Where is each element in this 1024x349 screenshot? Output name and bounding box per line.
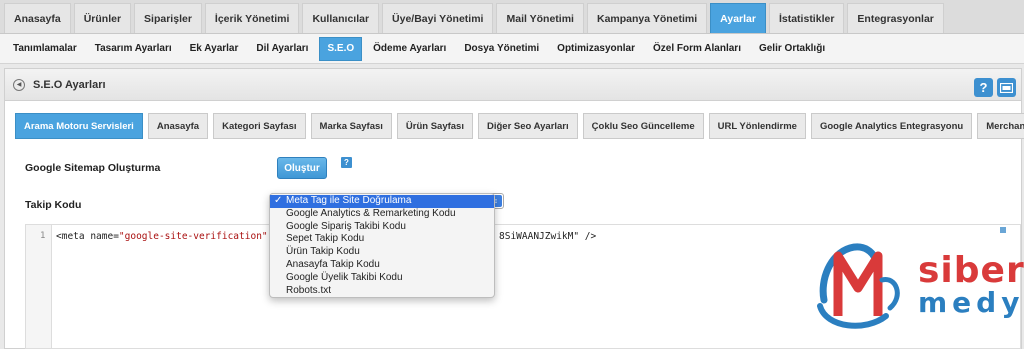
seo-tab-urun-sayfasi[interactable]: Ürün Sayfası [396, 113, 473, 139]
nav-tab-icerik-yonetimi[interactable]: İçerik Yönetimi [204, 3, 300, 33]
nav-tab-entegrasyonlar[interactable]: Entegrasyonlar [847, 3, 944, 33]
help-button[interactable]: ? [974, 78, 993, 97]
code-attr-value: "google-site-verification" [118, 231, 268, 242]
nav-tab-mail-yonetimi[interactable]: Mail Yönetimi [496, 3, 584, 33]
seo-tab-arama-motoru-servisleri[interactable]: Arama Motoru Servisleri [15, 113, 143, 139]
subnav-ek-ayarlar[interactable]: Ek Ayarlar [183, 37, 246, 61]
subnav-dil-ayarlari[interactable]: Dil Ayarları [249, 37, 315, 61]
nav-tab-uye-bayi-yonetimi[interactable]: Üye/Bayi Yönetimi [382, 3, 494, 33]
collapse-icon[interactable]: ◀ [13, 78, 25, 91]
subnav-optimizasyonlar[interactable]: Optimizasyonlar [550, 37, 642, 61]
nav-tab-ayarlar[interactable]: Ayarlar [710, 3, 766, 33]
subnav-tanimlamalar[interactable]: Tanımlamalar [6, 37, 84, 61]
sitemap-label: Google Sitemap Oluşturma [25, 162, 161, 174]
dropdown-option[interactable]: Google Sipariş Takibi Kodu [270, 221, 494, 234]
seo-tab-coklu-seo-guncelleme[interactable]: Çoklu Seo Güncelleme [582, 113, 704, 139]
seo-tab-marka-sayfasi[interactable]: Marka Sayfası [310, 113, 392, 139]
panel-header: ◀ S.E.O Ayarları [5, 69, 1021, 101]
editor-scroll-marker [1000, 227, 1006, 233]
code-line: <meta name="google-site-verification" [56, 231, 268, 242]
logo-text-medya: medya [918, 286, 1024, 319]
window-icon[interactable] [997, 78, 1016, 97]
dropdown-option[interactable]: Anasayfa Takip Kodu [270, 259, 494, 272]
dropdown-option-label: Meta Tag ile Site Doğrulama [286, 195, 412, 206]
subnav-ozel-form-alanlari[interactable]: Özel Form Alanları [646, 37, 748, 61]
dropdown-option[interactable]: Google Üyelik Takibi Kodu [270, 272, 494, 285]
settings-subnav: Tanımlamalar Tasarım Ayarları Ek Ayarlar… [0, 34, 1024, 64]
nav-tab-siparisler[interactable]: Siparişler [134, 3, 202, 33]
main-nav: Anasayfa Ürünler Siparişler İçerik Yönet… [0, 0, 1024, 34]
tracking-code-dropdown: ✓ Meta Tag ile Site Doğrulama Google Anal… [269, 193, 495, 298]
subnav-odeme-ayarlari[interactable]: Ödeme Ayarları [366, 37, 453, 61]
code-tag-start: <meta name= [56, 231, 119, 242]
seo-tab-google-analytics[interactable]: Google Analytics Entegrasyonu [810, 113, 973, 139]
create-sitemap-button[interactable]: Oluştur [277, 157, 327, 179]
nav-tab-kampanya-yonetimi[interactable]: Kampanya Yönetimi [586, 3, 708, 33]
code-line-tail: 8SiWAANJZwikM" /> [499, 231, 596, 242]
nav-tab-anasayfa[interactable]: Anasayfa [4, 3, 71, 33]
sitemap-help-icon[interactable]: ? [341, 157, 352, 168]
seo-tab-merchant-anket[interactable]: Merchant Anket [977, 113, 1024, 139]
dropdown-option[interactable]: Google Analytics & Remarketing Kodu [270, 208, 494, 221]
seo-tab-kategori-sayfasi[interactable]: Kategori Sayfası [213, 113, 306, 139]
dropdown-option-selected[interactable]: ✓ Meta Tag ile Site Doğrulama [270, 195, 494, 208]
editor-gutter [26, 225, 52, 348]
seo-tab-diger-seo-ayarlari[interactable]: Diğer Seo Ayarları [477, 113, 578, 139]
nav-tab-kullanicilar[interactable]: Kullanıcılar [302, 3, 380, 33]
panel-title: S.E.O Ayarları [33, 78, 106, 91]
subnav-seo[interactable]: S.E.O [319, 36, 363, 61]
subnav-gelir-ortakligi[interactable]: Gelir Ortaklığı [752, 37, 832, 61]
subnav-dosya-yonetimi[interactable]: Dosya Yönetimi [457, 37, 546, 61]
tracking-code-label: Takip Kodu [25, 199, 82, 211]
dropdown-option[interactable]: Robots.txt [270, 285, 494, 298]
subnav-tasarim-ayarlari[interactable]: Tasarım Ayarları [88, 37, 179, 61]
dropdown-option[interactable]: Sepet Takip Kodu [270, 233, 494, 246]
nav-tab-istatistikler[interactable]: İstatistikler [768, 3, 845, 33]
checkmark-icon: ✓ [274, 195, 283, 206]
code-tag-end: /> [579, 231, 597, 242]
seo-tab-url-yonlendirme[interactable]: URL Yönlendirme [708, 113, 806, 139]
logo-text-siber: siber [918, 250, 1024, 291]
line-number: 1 [40, 231, 46, 241]
seo-tab-anasayfa[interactable]: Anasayfa [147, 113, 209, 139]
nav-tab-urunler[interactable]: Ürünler [73, 3, 132, 33]
seo-tabs: Arama Motoru Servisleri Anasayfa Kategor… [15, 113, 1024, 139]
dropdown-option[interactable]: Ürün Takip Kodu [270, 246, 494, 259]
code-attr-tail: 8SiWAANJZwikM" [499, 231, 580, 242]
